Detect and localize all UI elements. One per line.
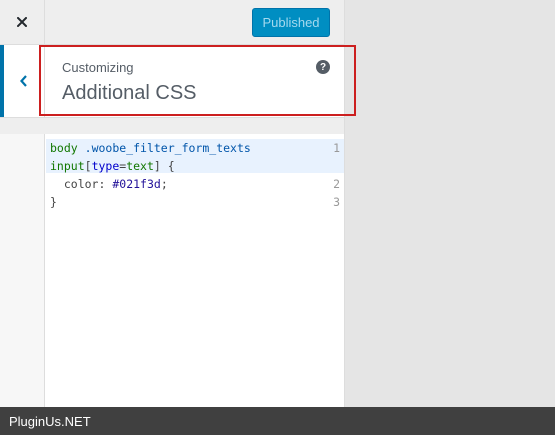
code-punct: ; <box>160 177 168 191</box>
code-brace: } <box>50 195 57 209</box>
code-class: .woobe_filter_form_texts <box>84 141 251 155</box>
customizing-label: Customizing <box>62 60 134 75</box>
code-line-3: } <box>50 193 57 211</box>
code-attr: type <box>91 159 120 173</box>
chevron-left-icon <box>20 75 27 87</box>
publish-button[interactable]: Published <box>252 8 330 37</box>
code-brace: { <box>167 159 175 173</box>
code-tag: input <box>50 159 85 173</box>
back-button[interactable] <box>0 45 45 117</box>
line-number: 3 <box>333 195 340 209</box>
line-number: 2 <box>333 177 340 191</box>
code-line-2: color: #021f3d; <box>50 175 168 193</box>
close-button[interactable] <box>0 0 45 44</box>
section-header: Customizing Additional CSS ? <box>0 45 344 118</box>
section-spacer <box>0 118 344 134</box>
code-property: color <box>63 177 99 191</box>
code-selector: body <box>50 141 78 155</box>
code-attr-value: text <box>126 159 154 173</box>
code-punct: : <box>98 177 106 191</box>
css-code-editor[interactable]: 1 2 3 body .woobe_filter_form_texts inpu… <box>0 134 344 407</box>
help-icon[interactable]: ? <box>316 60 330 74</box>
customizer-header: Published <box>0 0 344 45</box>
footer-brand: PluginUs.NET <box>9 413 91 429</box>
customizer-panel: Published Customizing Additional CSS ? 1… <box>0 0 345 407</box>
code-line-1b: input[type=text] { <box>50 157 175 175</box>
line-number: 1 <box>333 141 340 155</box>
code-punct: ] <box>153 159 161 173</box>
line-number-gutter <box>0 134 45 407</box>
footer-bar: PluginUs.NET <box>0 407 555 435</box>
close-icon <box>17 17 27 27</box>
code-line-1a: body .woobe_filter_form_texts <box>50 139 251 157</box>
code-value: #021f3d <box>112 177 161 191</box>
code-punct: [ <box>84 159 92 173</box>
section-title: Additional CSS <box>62 82 197 104</box>
